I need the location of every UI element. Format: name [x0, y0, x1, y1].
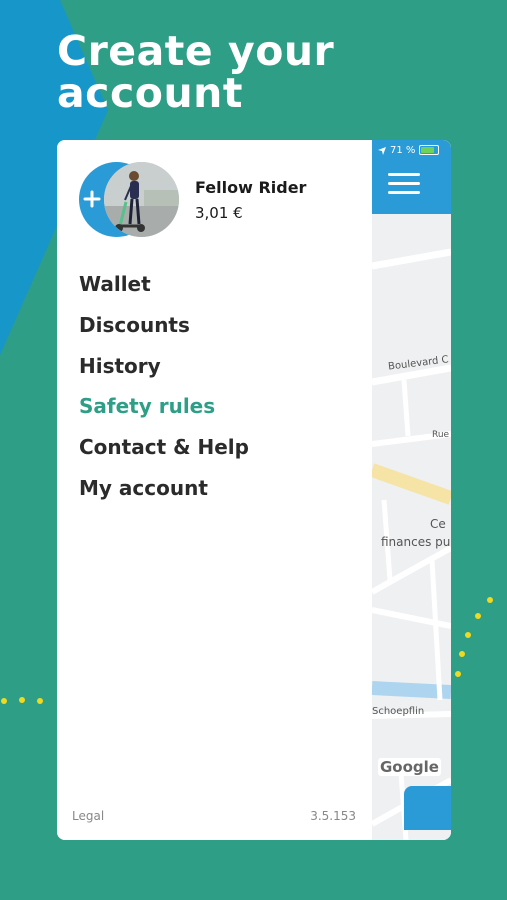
map-roads — [372, 140, 451, 840]
dotted-line-right — [455, 597, 493, 677]
profile-avatar-group — [79, 162, 179, 237]
headline-line-2: account — [57, 69, 243, 117]
menu-item-my-account[interactable]: My account — [79, 472, 249, 513]
google-attribution: Google — [378, 758, 441, 776]
avatar[interactable] — [104, 162, 179, 237]
headline-line-1: Create your — [57, 27, 335, 75]
map-label-finances: finances pu — [381, 535, 451, 549]
user-name: Fellow Rider — [195, 178, 307, 197]
hamburger-menu-icon[interactable] — [388, 173, 420, 195]
menu-item-discounts[interactable]: Discounts — [79, 309, 249, 350]
phone-screen: Boulevard C Rue Ce finances pu Schoepfli… — [57, 140, 451, 840]
menu-item-history[interactable]: History — [79, 350, 249, 391]
plus-icon — [83, 190, 101, 208]
map-label-rue: Rue — [432, 430, 450, 440]
map-label-schoepflin: Schoepflin — [372, 706, 425, 717]
location-arrow-icon — [378, 147, 386, 155]
wallet-balance: 3,01 € — [195, 204, 243, 222]
headline: Create your account — [57, 30, 334, 114]
dotted-line-left — [1, 697, 43, 704]
map-header: 71 % — [372, 140, 451, 214]
avatar-photo — [104, 162, 179, 237]
map-action-button[interactable] — [404, 786, 451, 830]
menu-item-contact-help[interactable]: Contact & Help — [79, 431, 249, 472]
navigation-drawer: Fellow Rider 3,01 € Wallet Discounts His… — [57, 140, 372, 840]
legal-link[interactable]: Legal — [72, 809, 104, 823]
menu-item-safety-rules[interactable]: Safety rules — [79, 390, 249, 431]
menu-item-wallet[interactable]: Wallet — [79, 268, 249, 309]
drawer-menu: Wallet Discounts History Safety rules Co… — [79, 268, 249, 513]
map-label-ce: Ce — [430, 517, 446, 531]
battery-icon — [419, 145, 439, 155]
app-version: 3.5.153 — [310, 809, 356, 823]
map-view[interactable]: Boulevard C Rue Ce finances pu Schoepfli… — [372, 140, 451, 840]
battery-percentage: 71 % — [390, 145, 416, 156]
